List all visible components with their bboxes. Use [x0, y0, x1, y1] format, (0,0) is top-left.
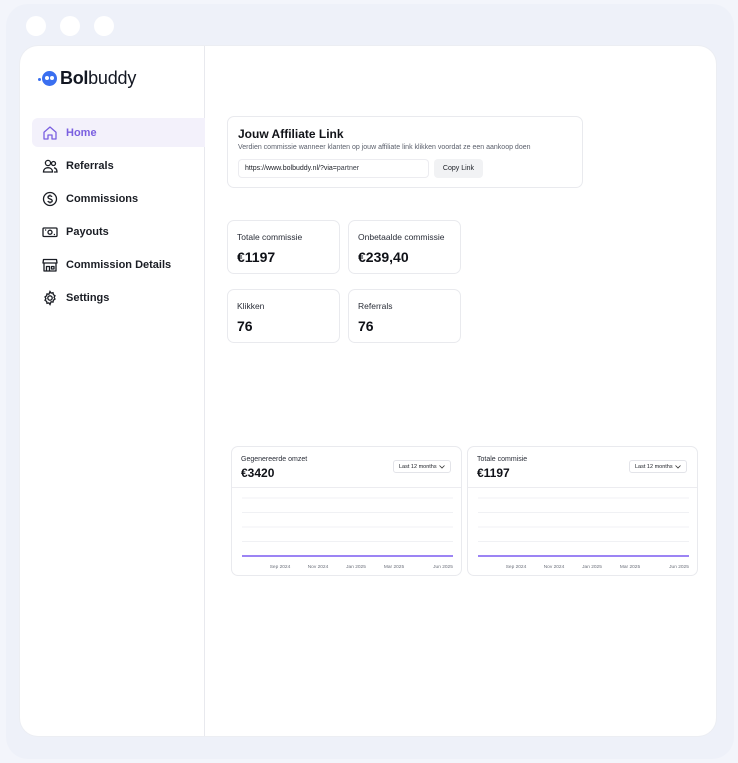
affiliate-link-suffix: partner	[336, 165, 360, 172]
line-chart: Sep 2024 Nov 2024 Jan 2025 Mar 2025 Jun 2025	[242, 497, 453, 570]
stat-value: €239,40	[358, 249, 409, 265]
x-tick-label: Mar 2025	[620, 564, 641, 570]
stat-label: Totale commissie	[237, 232, 303, 242]
window-dot-maximize[interactable]	[94, 16, 114, 36]
range-select-label: Last 12 months	[635, 463, 673, 470]
chart-title: Gegenereerde omzet	[241, 456, 308, 463]
dollar-icon	[42, 191, 58, 207]
sidebar-nav: Home Referrals Commissions Payouts Commi…	[32, 118, 205, 316]
stat-label: Klikken	[237, 301, 265, 311]
stat-value: €1197	[237, 249, 276, 265]
sidebar: Bol buddy Home Referrals Commissions Pay…	[20, 46, 205, 736]
x-tick-label: Sep 2024	[270, 564, 291, 570]
stat-card-total-commission: Totale commissie €1197	[227, 220, 340, 274]
sidebar-item-label: Commission Details	[66, 258, 172, 271]
chart-title: Totale commisie	[477, 456, 528, 463]
logo-text-bold: Bol	[60, 68, 89, 88]
x-tick-label: Mar 2025	[384, 564, 405, 570]
store-icon	[42, 257, 58, 273]
app-window: Bol buddy Home Referrals Commissions Pay…	[20, 46, 716, 736]
window-controls	[26, 16, 114, 36]
sidebar-item-settings[interactable]: Settings	[32, 283, 205, 312]
sidebar-item-payouts[interactable]: Payouts	[32, 217, 205, 246]
logo-mark-icon	[38, 70, 58, 88]
affiliate-link-input[interactable]: https://www.bolbuddy.nl/?via= partner	[238, 159, 429, 178]
stat-card-referrals: Referrals 76	[348, 289, 461, 343]
x-tick-label: Nov 2024	[544, 564, 565, 570]
stat-card-unpaid-commission: Onbetaalde commissie €239,40	[348, 220, 461, 274]
chart-value: €3420	[241, 466, 275, 480]
chart-value: €1197	[477, 466, 510, 480]
x-tick-label: Sep 2024	[506, 564, 527, 570]
stat-value: 76	[237, 318, 253, 334]
x-tick-label: Jun 2025	[433, 564, 453, 570]
chart-card-revenue: Gegenereerde omzet €3420 Last 12 months …	[231, 446, 462, 576]
users-icon	[42, 158, 58, 174]
chevron-down-icon	[439, 464, 445, 469]
main-content: Jouw Affiliate Link Verdien commissie wa…	[205, 46, 716, 736]
sidebar-item-label: Referrals	[66, 159, 114, 172]
logo-text-regular: buddy	[88, 68, 137, 88]
sidebar-item-label: Settings	[66, 291, 110, 304]
x-tick-label: Jan 2025	[346, 564, 366, 570]
range-select-label: Last 12 months	[399, 463, 437, 470]
affiliate-link-prefix: https://www.bolbuddy.nl/?via=	[245, 165, 337, 172]
sidebar-item-label: Payouts	[66, 225, 109, 238]
sidebar-item-label: Home	[66, 126, 97, 139]
sidebar-item-label: Commissions	[66, 192, 139, 205]
copy-link-button[interactable]: Copy Link	[434, 159, 483, 178]
gear-icon	[42, 289, 58, 306]
affiliate-link-card: Jouw Affiliate Link Verdien commissie wa…	[227, 116, 583, 188]
sidebar-item-commissions[interactable]: Commissions	[32, 184, 205, 213]
chevron-down-icon	[675, 464, 681, 469]
window-dot-minimize[interactable]	[60, 16, 80, 36]
stat-label: Onbetaalde commissie	[358, 232, 445, 242]
home-icon	[42, 125, 58, 141]
line-chart: Sep 2024 Nov 2024 Jan 2025 Mar 2025 Jun 2025	[478, 497, 689, 570]
stat-label: Referrals	[358, 301, 393, 311]
stat-card-clicks: Klikken 76	[227, 289, 340, 343]
money-icon	[42, 224, 58, 240]
sidebar-item-referrals[interactable]: Referrals	[32, 151, 205, 180]
x-tick-label: Jun 2025	[669, 564, 689, 570]
x-tick-label: Jan 2025	[582, 564, 602, 570]
range-select[interactable]: Last 12 months	[629, 460, 687, 473]
x-tick-label: Nov 2024	[308, 564, 329, 570]
stat-value: 76	[358, 318, 374, 334]
sidebar-item-home[interactable]: Home	[32, 118, 205, 147]
chart-card-commission: Totale commisie €1197 Last 12 months Sep…	[467, 446, 698, 576]
logo[interactable]: Bol buddy	[38, 68, 137, 89]
affiliate-subtitle: Verdien commissie wanneer klanten op jou…	[238, 144, 531, 151]
range-select[interactable]: Last 12 months	[393, 460, 451, 473]
window-dot-close[interactable]	[26, 16, 46, 36]
sidebar-item-commission-details[interactable]: Commission Details	[32, 250, 205, 279]
affiliate-title: Jouw Affiliate Link	[238, 127, 344, 141]
